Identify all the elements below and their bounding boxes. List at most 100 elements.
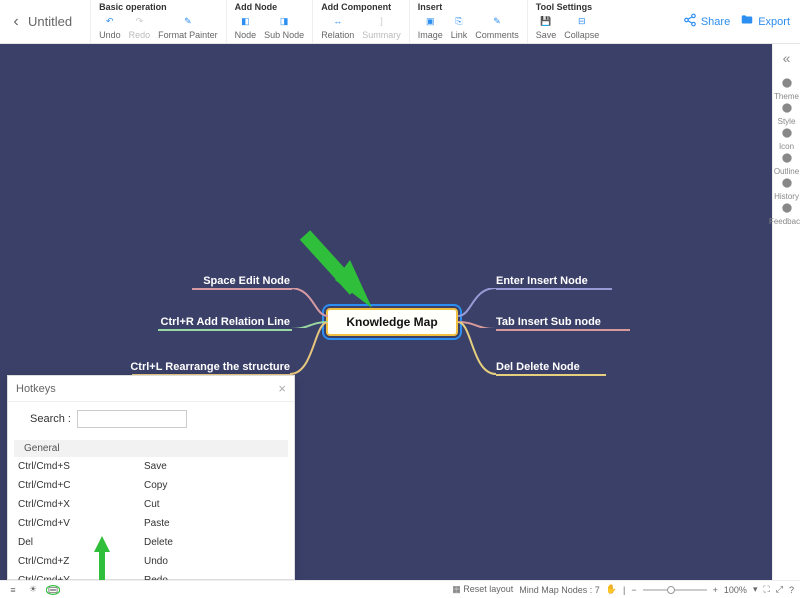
tool-sub-node[interactable]: ◨Sub Node xyxy=(264,13,304,40)
toolbar-group: Basic operation↶Undo ↷Redo ✎Format Painter xyxy=(90,0,226,43)
group-header: Basic operation xyxy=(99,2,218,12)
sidebar-item-history[interactable]: History xyxy=(769,176,800,201)
smile-icon xyxy=(780,126,794,140)
zoom-in-button[interactable]: + xyxy=(713,585,718,595)
folder-icon xyxy=(740,13,754,30)
sidebar-item-label: History xyxy=(774,192,799,201)
tool-label: Node xyxy=(235,30,257,40)
zoom-out-button[interactable]: − xyxy=(631,585,636,595)
back-button[interactable]: ‹ xyxy=(6,12,26,32)
hotkeys-panel: Hotkeys × Search : General Ctrl/Cmd+SSav… xyxy=(7,375,295,580)
group-header: Insert xyxy=(418,2,519,12)
tool-format-painter[interactable]: ✎Format Painter xyxy=(158,13,218,40)
hotkey-row: Ctrl/Cmd+XCut xyxy=(8,495,294,514)
hotkey-row: Ctrl/Cmd+VPaste xyxy=(8,514,294,533)
annotation-arrow-icon xyxy=(300,230,380,326)
save-icon: 💾 xyxy=(538,13,554,29)
sidebar-item-outline[interactable]: Outline xyxy=(769,151,800,176)
tool-label: Summary xyxy=(362,30,401,40)
link-icon: ⎘ xyxy=(451,13,467,29)
tool-link[interactable]: ⎘Link xyxy=(451,13,468,40)
topbar: ‹ Untitled Basic operation↶Undo ↷Redo ✎For… xyxy=(0,0,800,44)
sidebar-item-label: Theme xyxy=(774,92,799,101)
node-icon: ◧ xyxy=(237,13,253,29)
toolbar-group: Add Component↔Relation]Summary xyxy=(312,0,409,43)
sidebar-item-feedback[interactable]: Feedback xyxy=(769,201,800,226)
hotkey-key: Ctrl/Cmd+C xyxy=(18,480,144,491)
branch-right-2[interactable]: Del Delete Node xyxy=(496,361,580,373)
tool-label: Comments xyxy=(475,30,519,40)
toolbar-group: Insert▣Image ⎘Link ✎Comments xyxy=(409,0,527,43)
palette-icon xyxy=(780,101,794,115)
hotkey-key: Ctrl/Cmd+Z xyxy=(18,556,144,567)
reset-layout-button[interactable]: ▦ Reset layout xyxy=(452,584,513,595)
tool-label: Image xyxy=(418,30,443,40)
share-label: Share xyxy=(701,16,730,28)
sidebar-item-label: Style xyxy=(778,117,796,126)
hotkey-row: DelDelete xyxy=(8,533,294,552)
tool-image[interactable]: ▣Image xyxy=(418,13,443,40)
hotkey-action: Copy xyxy=(144,480,167,491)
tool-relation[interactable]: ↔Relation xyxy=(321,13,354,40)
collapse-icon: ⊟ xyxy=(574,13,590,29)
menu-icon[interactable]: ≡ xyxy=(6,584,20,596)
comments-icon: ✎ xyxy=(489,13,505,29)
tool-label: Relation xyxy=(321,30,354,40)
tool-label: Link xyxy=(451,30,468,40)
right-sidebar: « Theme Style Icon Outline History Feedback xyxy=(772,44,800,580)
hotkey-key: Ctrl/Cmd+S xyxy=(18,461,144,472)
share-button[interactable]: Share xyxy=(683,13,730,30)
tool-label: Sub Node xyxy=(264,30,304,40)
sidebar-item-style[interactable]: Style xyxy=(769,101,800,126)
branch-left-1[interactable]: Ctrl+R Add Relation Line xyxy=(0,316,290,328)
zoom-slider[interactable] xyxy=(643,589,707,591)
tool-undo[interactable]: ↶Undo xyxy=(99,13,121,40)
hotkey-action: Paste xyxy=(144,518,170,529)
export-button[interactable]: Export xyxy=(740,13,790,30)
summary-icon: ] xyxy=(373,13,389,29)
toolbar-group: Tool Settings💾Save ⊟Collapse xyxy=(527,0,608,43)
keyboard-icon[interactable] xyxy=(46,584,60,596)
brightness-icon[interactable]: ☀ xyxy=(26,584,40,596)
sidebar-item-icon[interactable]: Icon xyxy=(769,126,800,151)
doc-title[interactable]: Untitled xyxy=(28,14,72,29)
hotkeys-search-input[interactable] xyxy=(77,410,187,428)
hotkey-row: Ctrl/Cmd+ZUndo xyxy=(8,552,294,571)
sidebar-item-label: Feedback xyxy=(769,217,800,226)
sidebar-item-theme[interactable]: Theme xyxy=(769,76,800,101)
tool-comments[interactable]: ✎Comments xyxy=(475,13,519,40)
tool-collapse[interactable]: ⊟Collapse xyxy=(564,13,599,40)
tool-label: Collapse xyxy=(564,30,599,40)
tshirt-icon xyxy=(780,76,794,90)
sub-node-icon: ◨ xyxy=(276,13,292,29)
hotkey-action: Undo xyxy=(144,556,168,567)
branch-left-0[interactable]: Space Edit Node xyxy=(0,275,290,287)
tool-node[interactable]: ◧Node xyxy=(235,13,257,40)
branch-left-2[interactable]: Ctrl+L Rearrange the structure xyxy=(0,361,290,373)
fit-screen-icon[interactable]: ⛶ xyxy=(763,584,769,595)
branch-right-0[interactable]: Enter Insert Node xyxy=(496,275,588,287)
tool-redo: ↷Redo xyxy=(129,13,151,40)
status-bar: ≡ ☀ ▦ Reset layout Mind Map Nodes : 7 ✋ … xyxy=(0,580,800,598)
sidebar-item-label: Outline xyxy=(774,167,799,176)
clock-icon xyxy=(780,176,794,190)
tool-save[interactable]: 💾Save xyxy=(536,13,557,40)
help-icon[interactable]: ? xyxy=(789,585,794,595)
tool-label: Save xyxy=(536,30,557,40)
hotkey-row: Ctrl/Cmd+SSave xyxy=(8,457,294,476)
sidebar-collapse-icon[interactable]: « xyxy=(783,50,791,66)
relation-icon: ↔ xyxy=(330,13,346,29)
sidebar-item-label: Icon xyxy=(779,142,794,151)
hotkeys-title: Hotkeys xyxy=(16,383,56,395)
branch-right-1[interactable]: Tab Insert Sub node xyxy=(496,316,601,328)
undo-icon: ↶ xyxy=(102,13,118,29)
group-header: Tool Settings xyxy=(536,2,600,12)
tool-label: Redo xyxy=(129,30,151,40)
fullscreen-icon[interactable]: ⤢ xyxy=(776,584,783,595)
hotkey-action: Delete xyxy=(144,537,173,548)
hand-tool-icon[interactable]: ✋ xyxy=(606,584,617,595)
close-icon[interactable]: × xyxy=(278,381,286,396)
share-icon xyxy=(683,13,697,30)
toolbar-group: Add Node◧Node◨Sub Node xyxy=(226,0,313,43)
image-icon: ▣ xyxy=(422,13,438,29)
